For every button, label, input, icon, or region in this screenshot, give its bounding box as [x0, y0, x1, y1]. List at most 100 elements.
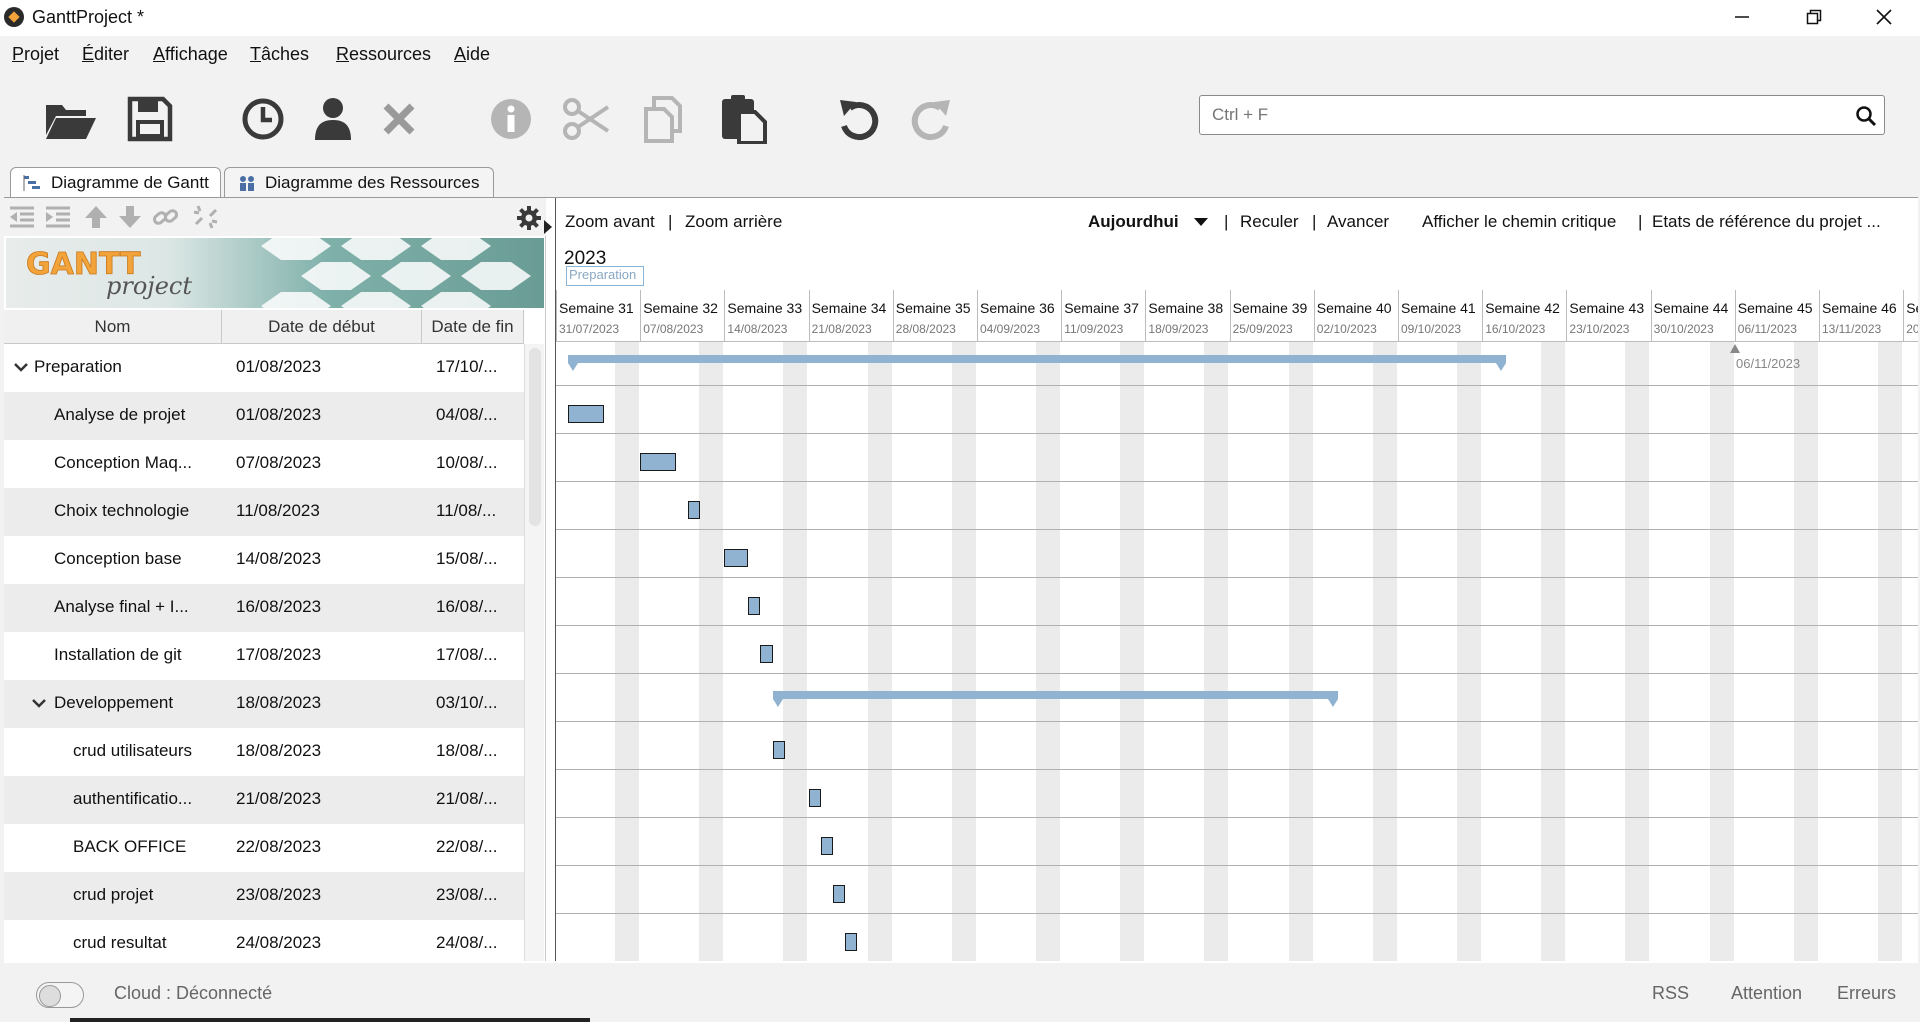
- task-bar[interactable]: [640, 453, 677, 471]
- search-icon[interactable]: [1854, 104, 1878, 128]
- menu-label: diter: [94, 44, 130, 64]
- table-row[interactable]: Analyse de projet 01/08/2023 04/08/...: [4, 392, 524, 440]
- properties-button[interactable]: [482, 90, 540, 148]
- app-logo-icon: [4, 7, 24, 27]
- weekend-stripe: [783, 342, 808, 961]
- menu-editer[interactable]: Éditer: [82, 44, 129, 65]
- open-project-button[interactable]: [42, 90, 100, 148]
- table-row[interactable]: Analyse final + I... 16/08/2023 16/08/..…: [4, 584, 524, 632]
- warning-link[interactable]: Attention: [1731, 983, 1802, 1004]
- new-resource-button[interactable]: [304, 90, 362, 148]
- table-row[interactable]: crud utilisateurs 18/08/2023 18/08/...: [4, 728, 524, 776]
- task-end: 16/08/...: [436, 597, 498, 616]
- paste-button[interactable]: [714, 90, 772, 148]
- minimize-button[interactable]: [1714, 0, 1770, 34]
- close-icon: [1876, 9, 1892, 25]
- task-bar[interactable]: [688, 501, 701, 519]
- task-start: 23/08/2023: [236, 885, 322, 904]
- chevron-down-icon[interactable]: [12, 358, 30, 376]
- indent-icon[interactable]: [44, 204, 72, 230]
- today-date-label: 06/11/2023: [1736, 356, 1801, 371]
- cut-button[interactable]: [557, 90, 615, 148]
- task-bar[interactable]: [808, 789, 821, 807]
- unlink-icon[interactable]: [192, 204, 220, 230]
- undo-button[interactable]: [830, 90, 888, 148]
- weekend-stripe: [615, 342, 639, 961]
- task-bar[interactable]: [832, 885, 845, 903]
- menu-affichage[interactable]: Affichage: [153, 44, 228, 65]
- task-bar[interactable]: [568, 405, 605, 423]
- task-bar[interactable]: [724, 549, 749, 567]
- task-table-header: Nom Date de début Date de fin: [4, 310, 524, 344]
- summary-task-bar[interactable]: [568, 355, 1507, 371]
- column-header-start[interactable]: Date de début: [222, 310, 422, 344]
- chart-grid[interactable]: [556, 198, 1918, 961]
- weekend-stripe: [1288, 342, 1313, 961]
- history-button[interactable]: [234, 90, 292, 148]
- task-end: 18/08/...: [436, 741, 498, 760]
- task-name: Choix technologie: [54, 501, 190, 520]
- errors-link[interactable]: Erreurs: [1837, 983, 1896, 1004]
- task-bar[interactable]: [844, 933, 857, 951]
- menu-ressources[interactable]: Ressources: [336, 44, 431, 65]
- table-row[interactable]: authentificatio... 21/08/2023 21/08/...: [4, 776, 524, 824]
- cloud-toggle[interactable]: [36, 982, 84, 1008]
- column-header-end[interactable]: Date de fin: [422, 310, 524, 344]
- task-bar[interactable]: [772, 741, 785, 759]
- delete-button[interactable]: [370, 90, 428, 148]
- menu-mnemonic: É: [82, 44, 95, 64]
- unindent-icon[interactable]: [8, 204, 36, 230]
- gear-icon[interactable]: [516, 205, 542, 231]
- task-start: 14/08/2023: [236, 549, 322, 568]
- menu-taches[interactable]: Tâches: [250, 44, 309, 65]
- table-row[interactable]: BACK OFFICE 22/08/2023 22/08/...: [4, 824, 524, 872]
- task-end: 15/08/...: [436, 549, 498, 568]
- info-icon: [491, 99, 531, 139]
- scrollbar-thumb[interactable]: [529, 348, 541, 526]
- menu-mnemonic: P: [12, 44, 25, 64]
- table-row[interactable]: Choix technologie 11/08/2023 11/08/...: [4, 488, 524, 536]
- restore-button[interactable]: [1786, 0, 1842, 34]
- column-header-name[interactable]: Nom: [4, 310, 222, 344]
- weekend-stripe: [1372, 342, 1397, 961]
- task-bar[interactable]: [748, 597, 761, 615]
- menu-mnemonic: T: [250, 44, 261, 64]
- search-input[interactable]: [1212, 104, 1832, 126]
- tab-gantt-chart[interactable]: Diagramme de Gantt: [10, 167, 221, 198]
- move-up-icon[interactable]: [82, 204, 110, 230]
- table-row[interactable]: crud projet 23/08/2023 23/08/...: [4, 872, 524, 920]
- table-row[interactable]: crud resultat 24/08/2023 24/08/...: [4, 920, 524, 968]
- table-row[interactable]: Conception base 14/08/2023 15/08/...: [4, 536, 524, 584]
- today-marker-icon: [1730, 344, 1740, 353]
- redo-button[interactable]: [902, 90, 960, 148]
- move-down-icon[interactable]: [116, 204, 144, 230]
- copy-button[interactable]: [636, 90, 694, 148]
- table-row[interactable]: Conception Maq... 07/08/2023 10/08/...: [4, 440, 524, 488]
- menu-aide[interactable]: Aide: [454, 44, 490, 65]
- row-divider: [556, 433, 1918, 434]
- tab-resource-chart[interactable]: Diagramme des Ressources: [224, 167, 494, 198]
- rss-link[interactable]: RSS: [1652, 983, 1689, 1004]
- task-bar[interactable]: [760, 645, 773, 663]
- save-project-button[interactable]: [121, 90, 179, 148]
- table-row[interactable]: Preparation 01/08/2023 17/10/...: [4, 344, 524, 392]
- chevron-down-icon[interactable]: [30, 694, 48, 712]
- task-end: 11/08/...: [436, 501, 497, 520]
- table-row[interactable]: Installation de git 17/08/2023 17/08/...: [4, 632, 524, 680]
- close-window-button[interactable]: [1856, 0, 1912, 34]
- weekend-stripe: [1541, 342, 1566, 961]
- weekend-stripe: [1457, 342, 1481, 961]
- summary-task-bar[interactable]: [772, 691, 1339, 707]
- task-table-scrollbar[interactable]: [524, 344, 544, 961]
- gantt-tab-icon: [23, 175, 40, 191]
- copy-icon: [644, 96, 682, 143]
- collapse-panel-icon[interactable]: [544, 220, 552, 234]
- task-end: 03/10/...: [436, 693, 498, 712]
- gantt-chart-panel: Zoom avant | Zoom arrière Aujourdhui | R…: [555, 198, 1918, 961]
- task-name: BACK OFFICE: [73, 837, 187, 856]
- task-bar[interactable]: [820, 837, 833, 855]
- menu-projet[interactable]: Projet: [12, 44, 59, 65]
- menu-label: ide: [466, 44, 491, 64]
- link-icon[interactable]: [152, 204, 180, 230]
- table-row[interactable]: Developpement 18/08/2023 03/10/...: [4, 680, 524, 728]
